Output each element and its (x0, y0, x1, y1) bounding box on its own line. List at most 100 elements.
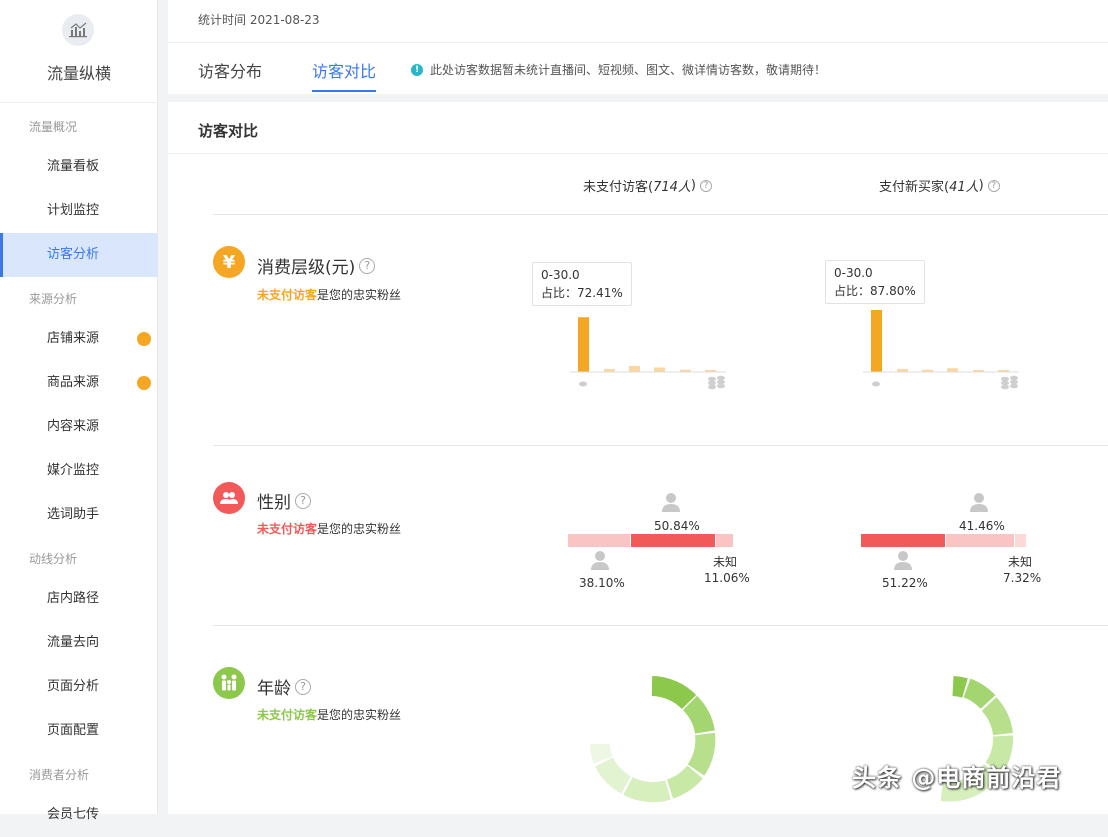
app-title: 流量纵横 (46, 64, 111, 83)
row-subtitle-highlight: 未支付访客 (257, 522, 318, 536)
column-close: ) (978, 178, 984, 193)
coin-icon (717, 379, 725, 385)
unknown-pct: 11.06% (704, 571, 750, 585)
consumption-bar (629, 365, 640, 372)
row-title-gender: 性别? (257, 488, 311, 513)
divider (168, 42, 1108, 43)
unknown-pct: 7.32% (1003, 571, 1042, 585)
female-segment (946, 534, 1015, 547)
tooltip-share: 占比：87.80% (834, 284, 916, 298)
info-icon: ! (411, 63, 423, 76)
consumption-bar (654, 367, 665, 372)
tooltip-share: 占比：72.41% (541, 286, 623, 300)
sidebar-item-store-path[interactable]: 店内路径 (0, 577, 158, 621)
consumption-bar-chart-unpaid (570, 317, 726, 390)
consumption-bar-chart-paid (863, 310, 1019, 390)
sidebar-item-product-source[interactable]: 商品来源 (0, 361, 158, 405)
tooltip-range: 0-30.0 (834, 266, 873, 280)
coin-icon (1001, 380, 1009, 386)
sidebar-item-page-config[interactable]: 页面配置 (0, 709, 158, 753)
divider (0, 102, 158, 103)
section-traffic-overview: 流量概况 (29, 120, 78, 134)
coin-icon (708, 376, 716, 382)
age-donut-unpaid (590, 676, 716, 803)
active-tab-indicator (312, 90, 376, 92)
new-dot-badge (137, 376, 151, 390)
column-label: 未支付访客( (583, 180, 654, 195)
tooltip-range: 0-30.0 (541, 268, 580, 282)
section-source-analysis: 来源分析 (29, 292, 78, 306)
consumption-bar (578, 317, 589, 372)
section-flow-analysis: 动线分析 (29, 552, 78, 566)
tooltip-consumption-unpaid: 0-30.0 占比：72.41% (532, 262, 632, 306)
coin-icon (708, 384, 716, 390)
row-subtitle-text: 是您的忠实粉丝 (317, 708, 402, 722)
stat-date: 统计时间 2021-08-23 (198, 13, 320, 27)
help-icon[interactable]: ? (699, 179, 712, 192)
row-title-age: 年龄? (257, 674, 311, 699)
help-icon[interactable]: ? (295, 492, 311, 509)
tab-visitor-distribution[interactable]: 访客分布 (198, 58, 262, 82)
watermark: 头条 @电商前沿君 (852, 764, 1062, 792)
gender-bar-unpaid (568, 534, 734, 547)
unknown-segment (1014, 534, 1027, 547)
sidebar-item-visitor-analysis[interactable]: 访客分析 (0, 233, 158, 277)
sidebar-item-label: 商品来源 (47, 375, 100, 390)
tab-visitor-compare[interactable]: 访客对比 (312, 58, 376, 82)
sidebar-item-media-monitor[interactable]: 媒介监控 (0, 449, 158, 493)
male-segment (861, 534, 947, 547)
help-icon[interactable]: ? (987, 179, 1000, 192)
notice: ! 此处访客数据暂未统计直播间、短视频、图文、微详情访客数，敬请期待！ (411, 61, 826, 78)
sidebar-item-traffic-dashboard[interactable]: 流量看板 (0, 145, 158, 189)
sidebar-item-page-analysis[interactable]: 页面分析 (0, 665, 158, 709)
sidebar: 流量纵横 流量概况 流量看板 计划监控 访客分析 来源分析 店铺来源 商品来源 … (0, 0, 158, 822)
divider (213, 214, 1108, 215)
row-subtitle-highlight: 未支付访客 (257, 288, 318, 302)
male-icon (894, 551, 912, 570)
column-label: 支付新买家( (879, 180, 950, 195)
new-dot-badge (137, 332, 151, 346)
yuan-icon: ¥ (213, 246, 245, 278)
column-close: ) (690, 178, 696, 193)
unknown-label: 未知 (1008, 555, 1033, 569)
coin-icon (717, 375, 725, 381)
sidebar-item-label: 店铺来源 (47, 331, 100, 346)
section-consumer-analysis: 消费者分析 (29, 768, 90, 782)
sidebar-item-keyword-helper[interactable]: 选词助手 (0, 493, 158, 537)
column-count: 41人 (949, 180, 979, 195)
coin-icon (579, 381, 587, 387)
sidebar-item-traffic-destination[interactable]: 流量去向 (0, 621, 158, 665)
row-title-text: 年龄 (257, 679, 291, 699)
main-panel: 访客对比 未支付访客(714人) ? 支付新买家(41人) ? ¥ 消费层级(元… (168, 102, 1108, 814)
gender-bar-paid (861, 534, 1027, 547)
divider (213, 445, 1108, 446)
row-title-text: 性别 (257, 493, 291, 513)
notice-text: 此处访客数据暂未统计直播间、短视频、图文、微详情访客数，敬请期待！ (430, 63, 827, 77)
column-count: 714人 (653, 180, 691, 195)
row-title-text: 消费层级(元) (257, 258, 356, 278)
column-header-paid-new: 支付新买家(41人) ? (879, 176, 1000, 195)
coin-icon (1010, 383, 1018, 389)
unknown-label: 未知 (713, 555, 738, 569)
section-title: 访客对比 (198, 122, 259, 140)
sidebar-item-shop-source[interactable]: 店铺来源 (0, 317, 158, 361)
female-segment (631, 534, 716, 547)
row-subtitle: 未支付访客是您的忠实粉丝 (257, 706, 401, 723)
coin-icon (717, 383, 725, 389)
users-icon (213, 482, 245, 514)
sidebar-item-member[interactable]: 会员七传 (0, 793, 158, 837)
male-pct: 51.22% (882, 576, 928, 590)
coin-icon (1001, 376, 1009, 382)
consumption-bar (871, 310, 882, 372)
sidebar-item-plan-monitor[interactable]: 计划监控 (0, 189, 158, 233)
row-title-consumption: 消费层级(元)? (257, 253, 376, 278)
chart-icon (69, 22, 87, 38)
header-card: 统计时间 2021-08-23 访客分布 访客对比 ! 此处访客数据暂未统计直播… (168, 0, 1108, 94)
coin-icon (872, 381, 880, 387)
help-icon[interactable]: ? (359, 257, 376, 274)
sidebar-item-content-source[interactable]: 内容来源 (0, 405, 158, 449)
tooltip-consumption-paid: 0-30.0 占比：87.80% (825, 260, 925, 304)
family-icon (213, 667, 245, 699)
female-pct: 50.84% (654, 519, 700, 533)
help-icon[interactable]: ? (295, 678, 311, 695)
